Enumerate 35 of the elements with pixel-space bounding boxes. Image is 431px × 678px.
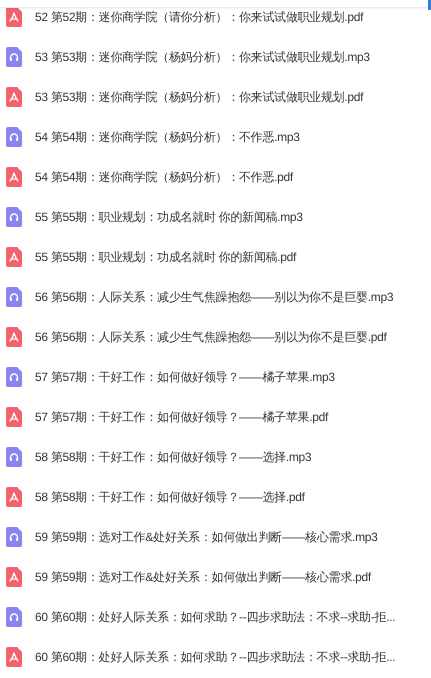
pdf-file-icon — [6, 327, 22, 347]
headphones-file-icon — [6, 607, 22, 627]
file-name[interactable]: 55 第55期：职业规划：功成名就时 你的新闻稿.mp3 — [35, 208, 303, 226]
pdf-file-icon — [6, 647, 22, 667]
file-name[interactable]: 53 第53期：迷你商学院（杨妈分析）：你来试试做职业规划.pdf — [35, 88, 364, 106]
headphones-file-icon — [6, 447, 22, 467]
file-name[interactable]: 56 第56期：人际关系：减少生气焦躁抱怨——别以为你不是巨婴.pdf — [35, 328, 387, 346]
pdf-file-icon — [6, 87, 22, 107]
file-name[interactable]: 54 第54期：迷你商学院（杨妈分析）：不作恶.pdf — [35, 168, 293, 186]
scrollbar[interactable] — [428, 0, 431, 10]
file-name[interactable]: 52 第52期：迷你商学院（请你分析）：你来试试做职业规划.pdf — [35, 8, 364, 26]
file-name[interactable]: 53 第53期：迷你商学院（杨妈分析）：你来试试做职业规划.mp3 — [35, 48, 370, 66]
headphones-file-icon — [6, 527, 22, 547]
pdf-file-icon — [6, 167, 22, 187]
file-name[interactable]: 54 第54期：迷你商学院（杨妈分析）：不作恶.mp3 — [35, 128, 300, 146]
pdf-file-icon — [6, 567, 22, 587]
pdf-file-icon — [6, 247, 22, 267]
file-name[interactable]: 55 第55期：职业规划：功成名就时 你的新闻稿.pdf — [35, 248, 296, 266]
file-name[interactable]: 56 第56期：人际关系：减少生气焦躁抱怨——别以为你不是巨婴.mp3 — [35, 288, 394, 306]
file-name[interactable]: 59 第59期：选对工作&处好关系：如何做出判断——核心需求.mp3 — [35, 528, 378, 546]
headphones-file-icon — [6, 127, 22, 147]
pdf-file-icon — [6, 487, 22, 507]
file-name[interactable]: 57 第57期：干好工作：如何做好领导？——橘子苹果.mp3 — [35, 368, 335, 386]
file-name[interactable]: 60 第60期：处好人际关系：如何求助？--四步求助法：不求--求助-拒... — [35, 648, 396, 666]
headphones-file-icon — [6, 207, 22, 227]
file-name[interactable]: 60 第60期：处好人际关系：如何求助？--四步求助法：不求--求助-拒... — [35, 608, 396, 626]
file-name[interactable]: 59 第59期：选对工作&处好关系：如何做出判断——核心需求.pdf — [35, 568, 371, 586]
file-name[interactable]: 58 第58期：干好工作：如何做好领导？——选择.pdf — [35, 488, 305, 506]
file-name[interactable]: 57 第57期：干好工作：如何做好领导？——橘子苹果.pdf — [35, 408, 328, 426]
pdf-file-icon — [6, 7, 22, 27]
file-name[interactable]: 58 第58期：干好工作：如何做好领导？——选择.mp3 — [35, 448, 312, 466]
pdf-file-icon — [6, 407, 22, 427]
headphones-file-icon — [6, 287, 22, 307]
headphones-file-icon — [6, 47, 22, 67]
headphones-file-icon — [6, 367, 22, 387]
